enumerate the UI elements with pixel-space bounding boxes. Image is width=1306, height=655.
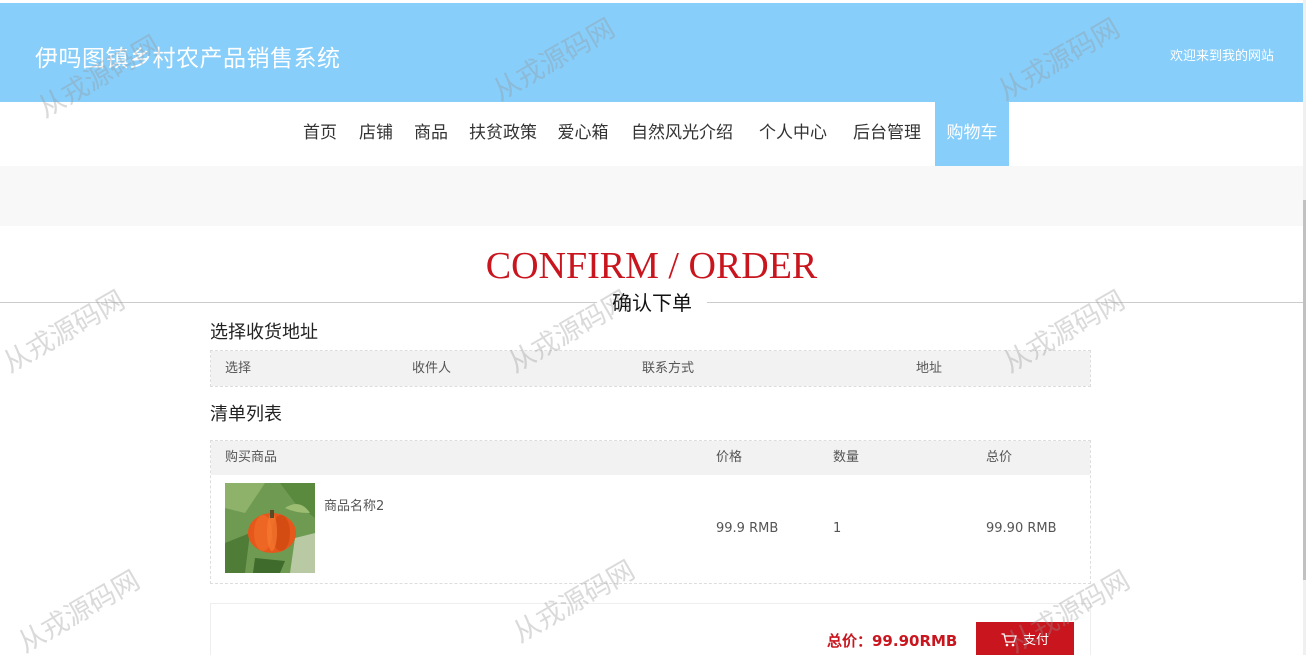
nav-item-shops[interactable]: 店铺: [352, 102, 400, 166]
order-table: 购买商品 价格 数量 总价 商品名称2 99.9 RMB 1 99.90 RMB: [210, 440, 1091, 584]
product-image[interactable]: [225, 483, 315, 573]
nav-item-admin[interactable]: 后台管理: [846, 102, 928, 166]
order-summary: 总价：99.90RMB 支付: [210, 603, 1091, 655]
order-col-total: 总价: [986, 450, 1013, 465]
site-title[interactable]: 伊吗图镇乡村农产品销售系统: [35, 39, 341, 73]
welcome-text: 欢迎来到我的网站: [1169, 49, 1274, 64]
address-table-header: 选择 收件人 联系方式 地址: [211, 351, 1090, 386]
page: 伊吗图镇乡村农产品销售系统 欢迎来到我的网站 首页 店铺 商品 扶贫政策 爱心箱…: [0, 0, 1306, 655]
site-header: 伊吗图镇乡村农产品销售系统 欢迎来到我的网站: [0, 3, 1303, 102]
banner-band: [0, 166, 1303, 226]
order-list-title: 清单列表: [210, 404, 282, 425]
confirm-order-title: CONFIRM / ORDER: [485, 245, 818, 287]
nav-item-user-center[interactable]: 个人中心: [752, 102, 834, 166]
address-col-select: 选择: [225, 361, 252, 376]
address-section-title: 选择收货地址: [210, 322, 318, 343]
nav-item-poverty-policy[interactable]: 扶贫政策: [464, 102, 542, 166]
cart-icon: [1001, 633, 1017, 647]
product-total: 99.90 RMB: [986, 521, 1057, 536]
watermark: 从戎源码网: [12, 564, 146, 655]
pay-button[interactable]: 支付: [976, 622, 1074, 655]
address-col-recipient: 收件人: [412, 361, 452, 376]
address-table: 选择 收件人 联系方式 地址: [210, 350, 1091, 387]
confirm-order-subtitle: 确认下单: [597, 289, 707, 317]
order-col-product: 购买商品: [225, 450, 278, 465]
order-table-header: 购买商品 价格 数量 总价: [211, 441, 1090, 475]
nav-item-scenery[interactable]: 自然风光介绍: [625, 102, 739, 166]
address-col-contact: 联系方式: [642, 361, 695, 376]
nav-item-love-box[interactable]: 爱心箱: [552, 102, 614, 166]
watermark: 从戎源码网: [0, 284, 131, 380]
nav-item-products[interactable]: 商品: [407, 102, 455, 166]
table-row: 商品名称2 99.9 RMB 1 99.90 RMB: [211, 475, 1090, 583]
order-total: 总价：99.90RMB: [827, 632, 958, 650]
nav-item-cart[interactable]: 购物车: [935, 102, 1009, 166]
product-name[interactable]: 商品名称2: [324, 495, 384, 514]
nav-item-home[interactable]: 首页: [296, 102, 344, 166]
order-col-qty: 数量: [833, 450, 860, 465]
address-col-address: 地址: [916, 361, 943, 376]
product-qty: 1: [833, 521, 842, 536]
product-price: 99.9 RMB: [716, 521, 779, 536]
order-col-price: 价格: [716, 450, 743, 465]
main-nav: 首页 店铺 商品 扶贫政策 爱心箱 自然风光介绍 个人中心 后台管理 购物车: [0, 102, 1303, 166]
pay-button-label: 支付: [1022, 633, 1049, 648]
